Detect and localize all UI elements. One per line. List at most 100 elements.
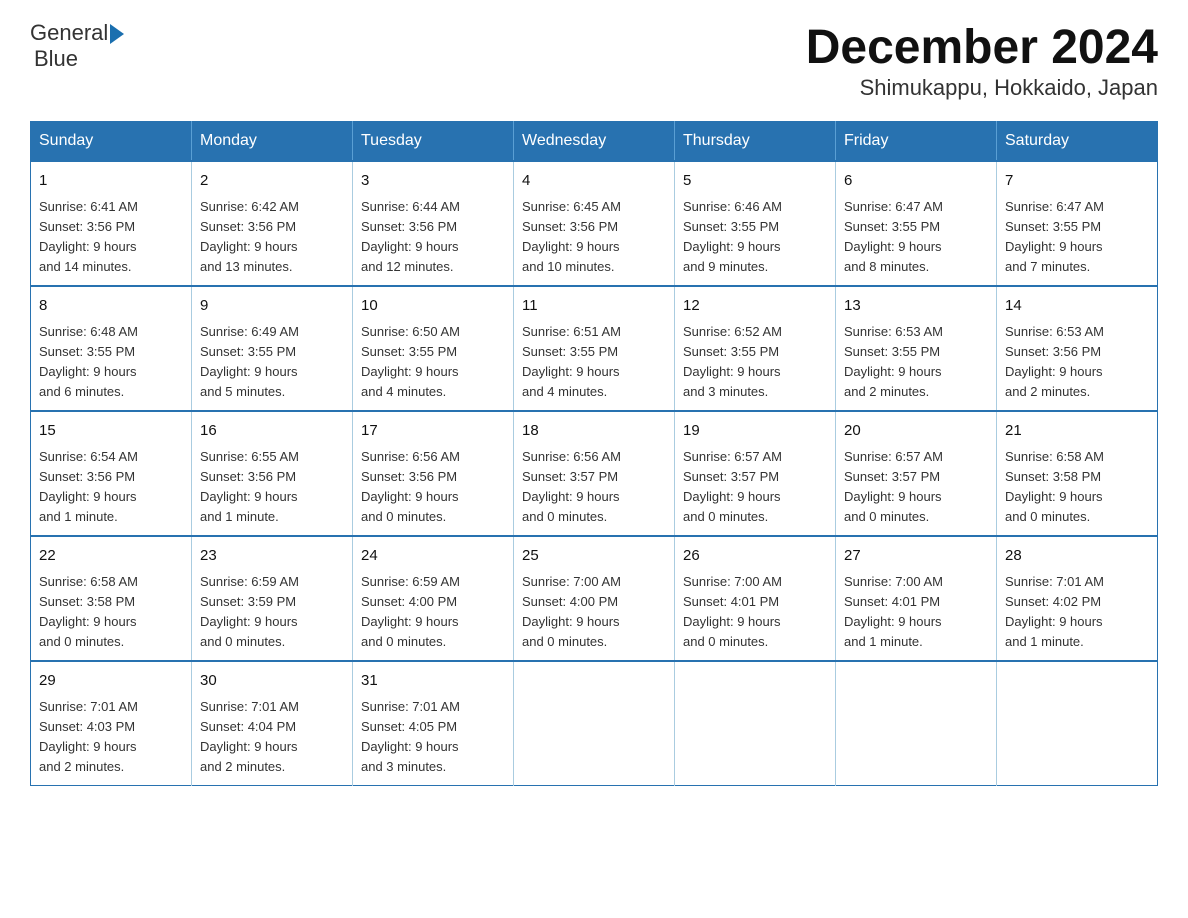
calendar-day-cell: 8 Sunrise: 6:48 AM Sunset: 3:55 PM Daylig… bbox=[31, 286, 192, 411]
day-number: 21 bbox=[1005, 420, 1149, 443]
day-info: Sunrise: 6:52 AM Sunset: 3:55 PM Dayligh… bbox=[683, 322, 827, 403]
title-block: December 2024 Shimukappu, Hokkaido, Japa… bbox=[806, 20, 1158, 101]
calendar-table: SundayMondayTuesdayWednesdayThursdayFrid… bbox=[30, 121, 1158, 786]
day-number: 19 bbox=[683, 420, 827, 443]
day-info: Sunrise: 6:47 AM Sunset: 3:55 PM Dayligh… bbox=[1005, 197, 1149, 278]
day-info: Sunrise: 6:42 AM Sunset: 3:56 PM Dayligh… bbox=[200, 197, 344, 278]
day-info: Sunrise: 7:01 AM Sunset: 4:04 PM Dayligh… bbox=[200, 697, 344, 778]
calendar-day-cell: 23Sunrise: 6:59 AM Sunset: 3:59 PM Dayli… bbox=[192, 536, 353, 661]
weekday-header-friday: Friday bbox=[836, 122, 997, 162]
day-info: Sunrise: 6:56 AM Sunset: 3:57 PM Dayligh… bbox=[522, 447, 666, 528]
day-info: Sunrise: 6:50 AM Sunset: 3:55 PM Dayligh… bbox=[361, 322, 505, 403]
day-info: Sunrise: 7:01 AM Sunset: 4:03 PM Dayligh… bbox=[39, 697, 183, 778]
weekday-header-row: SundayMondayTuesdayWednesdayThursdayFrid… bbox=[31, 122, 1158, 162]
calendar-week-row: 29 Sunrise: 7:01 AM Sunset: 4:03 PM Dayli… bbox=[31, 661, 1158, 786]
day-number: 4 bbox=[522, 170, 666, 193]
calendar-day-cell: 31Sunrise: 7:01 AM Sunset: 4:05 PM Dayli… bbox=[353, 661, 514, 786]
day-number: 28 bbox=[1005, 545, 1149, 568]
day-info: Sunrise: 6:47 AM Sunset: 3:55 PM Dayligh… bbox=[844, 197, 988, 278]
calendar-week-row: 22 Sunrise: 6:58 AM Sunset: 3:58 PM Dayli… bbox=[31, 536, 1158, 661]
day-info: Sunrise: 6:41 AM Sunset: 3:56 PM Dayligh… bbox=[39, 197, 183, 278]
day-info: Sunrise: 7:01 AM Sunset: 4:05 PM Dayligh… bbox=[361, 697, 505, 778]
weekday-header-tuesday: Tuesday bbox=[353, 122, 514, 162]
weekday-header-wednesday: Wednesday bbox=[514, 122, 675, 162]
day-info: Sunrise: 7:00 AM Sunset: 4:00 PM Dayligh… bbox=[522, 572, 666, 653]
calendar-subtitle: Shimukappu, Hokkaido, Japan bbox=[806, 75, 1158, 101]
day-number: 1 bbox=[39, 170, 183, 193]
day-info: Sunrise: 6:58 AM Sunset: 3:58 PM Dayligh… bbox=[1005, 447, 1149, 528]
day-info: Sunrise: 6:58 AM Sunset: 3:58 PM Dayligh… bbox=[39, 572, 183, 653]
calendar-empty-cell bbox=[675, 661, 836, 786]
calendar-day-cell: 10Sunrise: 6:50 AM Sunset: 3:55 PM Dayli… bbox=[353, 286, 514, 411]
calendar-week-row: 15 Sunrise: 6:54 AM Sunset: 3:56 PM Dayli… bbox=[31, 411, 1158, 536]
calendar-day-cell: 17Sunrise: 6:56 AM Sunset: 3:56 PM Dayli… bbox=[353, 411, 514, 536]
day-number: 12 bbox=[683, 295, 827, 318]
day-info: Sunrise: 6:57 AM Sunset: 3:57 PM Dayligh… bbox=[683, 447, 827, 528]
calendar-day-cell: 7 Sunrise: 6:47 AM Sunset: 3:55 PM Daylig… bbox=[997, 161, 1158, 286]
day-number: 23 bbox=[200, 545, 344, 568]
day-number: 18 bbox=[522, 420, 666, 443]
calendar-day-cell: 9 Sunrise: 6:49 AM Sunset: 3:55 PM Daylig… bbox=[192, 286, 353, 411]
day-number: 15 bbox=[39, 420, 183, 443]
day-info: Sunrise: 6:53 AM Sunset: 3:56 PM Dayligh… bbox=[1005, 322, 1149, 403]
day-number: 24 bbox=[361, 545, 505, 568]
logo-arrow-icon bbox=[110, 24, 124, 44]
day-info: Sunrise: 6:44 AM Sunset: 3:56 PM Dayligh… bbox=[361, 197, 505, 278]
day-number: 8 bbox=[39, 295, 183, 318]
calendar-day-cell: 13Sunrise: 6:53 AM Sunset: 3:55 PM Dayli… bbox=[836, 286, 997, 411]
day-number: 6 bbox=[844, 170, 988, 193]
day-number: 11 bbox=[522, 295, 666, 318]
weekday-header-saturday: Saturday bbox=[997, 122, 1158, 162]
day-number: 9 bbox=[200, 295, 344, 318]
page-header: General Blue December 2024 Shimukappu, H… bbox=[30, 20, 1158, 101]
calendar-day-cell: 20 Sunrise: 6:57 AM Sunset: 3:57 PM Dayli… bbox=[836, 411, 997, 536]
calendar-day-cell: 3 Sunrise: 6:44 AM Sunset: 3:56 PM Daylig… bbox=[353, 161, 514, 286]
calendar-day-cell: 30 Sunrise: 7:01 AM Sunset: 4:04 PM Dayli… bbox=[192, 661, 353, 786]
day-info: Sunrise: 6:51 AM Sunset: 3:55 PM Dayligh… bbox=[522, 322, 666, 403]
day-number: 26 bbox=[683, 545, 827, 568]
day-info: Sunrise: 7:00 AM Sunset: 4:01 PM Dayligh… bbox=[844, 572, 988, 653]
calendar-day-cell: 28 Sunrise: 7:01 AM Sunset: 4:02 PM Dayli… bbox=[997, 536, 1158, 661]
day-number: 27 bbox=[844, 545, 988, 568]
calendar-day-cell: 18 Sunrise: 6:56 AM Sunset: 3:57 PM Dayli… bbox=[514, 411, 675, 536]
calendar-day-cell: 6 Sunrise: 6:47 AM Sunset: 3:55 PM Daylig… bbox=[836, 161, 997, 286]
day-info: Sunrise: 6:49 AM Sunset: 3:55 PM Dayligh… bbox=[200, 322, 344, 403]
calendar-empty-cell bbox=[514, 661, 675, 786]
weekday-header-monday: Monday bbox=[192, 122, 353, 162]
calendar-day-cell: 21 Sunrise: 6:58 AM Sunset: 3:58 PM Dayli… bbox=[997, 411, 1158, 536]
calendar-day-cell: 5Sunrise: 6:46 AM Sunset: 3:55 PM Daylig… bbox=[675, 161, 836, 286]
day-info: Sunrise: 7:01 AM Sunset: 4:02 PM Dayligh… bbox=[1005, 572, 1149, 653]
day-info: Sunrise: 6:57 AM Sunset: 3:57 PM Dayligh… bbox=[844, 447, 988, 528]
day-number: 29 bbox=[39, 670, 183, 693]
calendar-day-cell: 11 Sunrise: 6:51 AM Sunset: 3:55 PM Dayli… bbox=[514, 286, 675, 411]
day-info: Sunrise: 6:59 AM Sunset: 4:00 PM Dayligh… bbox=[361, 572, 505, 653]
day-info: Sunrise: 6:53 AM Sunset: 3:55 PM Dayligh… bbox=[844, 322, 988, 403]
logo: General Blue bbox=[30, 20, 124, 73]
day-number: 16 bbox=[200, 420, 344, 443]
day-number: 7 bbox=[1005, 170, 1149, 193]
logo-blue-text: Blue bbox=[34, 46, 78, 72]
day-info: Sunrise: 6:48 AM Sunset: 3:55 PM Dayligh… bbox=[39, 322, 183, 403]
calendar-day-cell: 29 Sunrise: 7:01 AM Sunset: 4:03 PM Dayli… bbox=[31, 661, 192, 786]
calendar-day-cell: 2 Sunrise: 6:42 AM Sunset: 3:56 PM Daylig… bbox=[192, 161, 353, 286]
calendar-day-cell: 14 Sunrise: 6:53 AM Sunset: 3:56 PM Dayli… bbox=[997, 286, 1158, 411]
day-number: 25 bbox=[522, 545, 666, 568]
day-info: Sunrise: 6:54 AM Sunset: 3:56 PM Dayligh… bbox=[39, 447, 183, 528]
day-info: Sunrise: 6:55 AM Sunset: 3:56 PM Dayligh… bbox=[200, 447, 344, 528]
calendar-day-cell: 25 Sunrise: 7:00 AM Sunset: 4:00 PM Dayli… bbox=[514, 536, 675, 661]
calendar-day-cell: 12 Sunrise: 6:52 AM Sunset: 3:55 PM Dayli… bbox=[675, 286, 836, 411]
calendar-day-cell: 16 Sunrise: 6:55 AM Sunset: 3:56 PM Dayli… bbox=[192, 411, 353, 536]
day-number: 14 bbox=[1005, 295, 1149, 318]
calendar-day-cell: 19 Sunrise: 6:57 AM Sunset: 3:57 PM Dayli… bbox=[675, 411, 836, 536]
day-number: 30 bbox=[200, 670, 344, 693]
day-number: 22 bbox=[39, 545, 183, 568]
calendar-week-row: 1 Sunrise: 6:41 AM Sunset: 3:56 PM Daylig… bbox=[31, 161, 1158, 286]
calendar-day-cell: 26Sunrise: 7:00 AM Sunset: 4:01 PM Dayli… bbox=[675, 536, 836, 661]
calendar-empty-cell bbox=[997, 661, 1158, 786]
day-info: Sunrise: 6:45 AM Sunset: 3:56 PM Dayligh… bbox=[522, 197, 666, 278]
day-number: 20 bbox=[844, 420, 988, 443]
calendar-day-cell: 22 Sunrise: 6:58 AM Sunset: 3:58 PM Dayli… bbox=[31, 536, 192, 661]
day-number: 3 bbox=[361, 170, 505, 193]
calendar-day-cell: 24 Sunrise: 6:59 AM Sunset: 4:00 PM Dayli… bbox=[353, 536, 514, 661]
day-number: 2 bbox=[200, 170, 344, 193]
